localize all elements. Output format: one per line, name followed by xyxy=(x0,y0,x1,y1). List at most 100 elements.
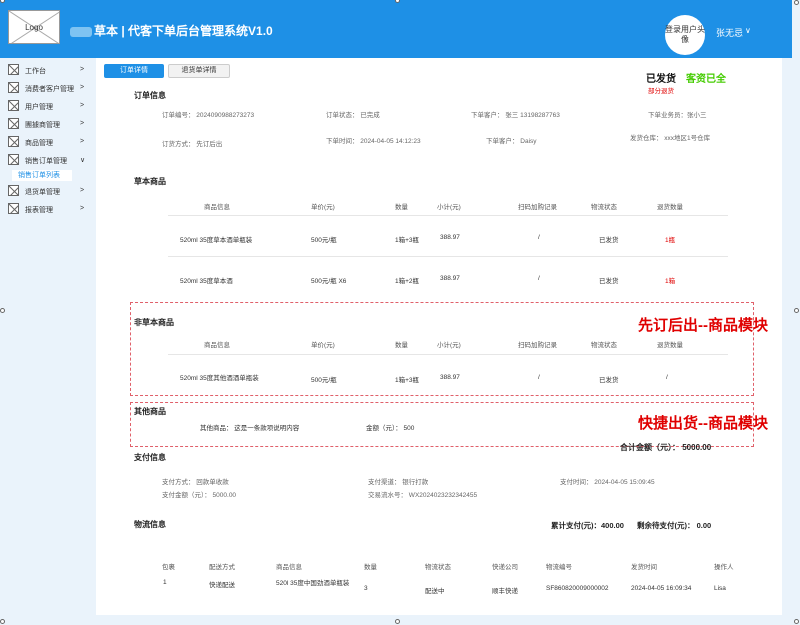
col-header: 物流状态 xyxy=(591,342,617,349)
sidebar-item-users[interactable]: 用户管理 > xyxy=(8,99,90,113)
table-cell: / xyxy=(538,234,540,241)
section-title-order: 订单信息 xyxy=(134,91,166,100)
table-cell: Lisa xyxy=(714,585,726,592)
top-header: Logo 草本 | 代客下单后台管理系统V1.0 登录用户头像 张无忌 ∨ xyxy=(0,0,792,58)
order-salesperson: 下单业务员：张小三 xyxy=(648,112,707,119)
placeholder-icon xyxy=(8,136,19,147)
status-shipped: 已发货 xyxy=(646,74,676,85)
sidebar-subitem-order-list[interactable]: 销售订单列表 xyxy=(12,170,72,181)
table-cell: 3 xyxy=(364,585,368,592)
tab-return-detail[interactable]: 退货单详情 xyxy=(168,64,230,78)
col-header: 商品信息 xyxy=(204,204,230,211)
table-cell: 388.97 xyxy=(440,275,460,282)
col-header: 数量 xyxy=(395,204,408,211)
sidebar-item-workbench[interactable]: 工作台 > xyxy=(8,63,90,77)
table-cell: 1箱+2瓶 xyxy=(395,278,420,285)
table-cell: 520l 35度中国劲酒单瓶装 xyxy=(276,580,350,587)
username[interactable]: 张无忌 xyxy=(716,26,743,39)
paid-total: 累计支付(元)：400.00 xyxy=(551,521,624,530)
placeholder-icon xyxy=(8,185,19,196)
table-cell: 388.97 xyxy=(440,374,460,381)
placeholder-icon xyxy=(8,154,19,165)
table-cell: 已发货 xyxy=(599,237,619,244)
table-cell: 500元/瓶 X6 xyxy=(311,278,347,285)
sidebar-item-groups[interactable]: 團據商管理 > xyxy=(8,117,90,131)
resize-handle[interactable] xyxy=(794,619,799,624)
table-cell: 快递配送 xyxy=(209,582,235,589)
table-cell: / xyxy=(666,374,668,381)
total-amount: 合计金额（元）： 5000.00 xyxy=(620,443,712,452)
col-header: 操作人 xyxy=(714,564,734,571)
divider xyxy=(168,354,728,355)
blurred-brand xyxy=(70,26,92,37)
tab-order-detail[interactable]: 订单详情 xyxy=(104,64,164,78)
col-header: 单价(元) xyxy=(311,204,335,211)
col-header: 配送方式 xyxy=(209,564,235,571)
col-header: 小计(元) xyxy=(437,342,461,349)
table-cell: 520ml 35度草本酒 xyxy=(180,278,233,285)
col-header: 物流编号 xyxy=(546,564,572,571)
annotation-quickship: 快捷出货--商品模块 xyxy=(638,415,768,432)
placeholder-icon xyxy=(8,100,19,111)
placeholder-icon xyxy=(8,203,19,214)
sidebar-item-reports[interactable]: 报表管理 > xyxy=(8,202,90,216)
table-cell: 2024-04-05 16:09:34 xyxy=(631,585,692,592)
col-header: 退货数量 xyxy=(657,342,683,349)
table-cell: 顺丰快递 xyxy=(492,588,518,595)
sidebar-item-products[interactable]: 商品管理 > xyxy=(8,135,90,149)
table-cell: 已发货 xyxy=(599,377,619,384)
resize-handle[interactable] xyxy=(0,308,5,313)
sidebar-item-returns[interactable]: 退货单管理 > xyxy=(8,184,90,198)
table-cell: 388.97 xyxy=(440,234,460,241)
col-header: 小计(元) xyxy=(437,204,461,211)
status-partial-return: 部分退货 xyxy=(648,88,674,95)
divider xyxy=(168,215,728,216)
pay-channel: 支付渠道： 银行打款 xyxy=(368,479,429,486)
annotation-preorder: 先订后出--商品模块 xyxy=(638,317,768,334)
col-header: 商品信息 xyxy=(204,342,230,349)
resize-handle[interactable] xyxy=(794,308,799,313)
avatar[interactable]: 登录用户头像 xyxy=(665,15,705,55)
pay-time: 支付时间： 2024-04-05 15:09:45 xyxy=(560,479,655,486)
section-title-logistics: 物流信息 xyxy=(134,520,166,529)
table-cell: 配送中 xyxy=(425,588,445,595)
placeholder-icon xyxy=(8,118,19,129)
other-amount: 金额（元）： 500 xyxy=(366,425,415,432)
section-title-payment: 支付信息 xyxy=(134,453,166,462)
resize-handle[interactable] xyxy=(395,619,400,624)
order-state: 订单状态： 已完成 xyxy=(326,112,380,119)
table-cell: 1瓶 xyxy=(665,237,676,244)
placeholder-icon xyxy=(8,64,19,75)
table-cell: / xyxy=(538,374,540,381)
order-warehouse: 发货仓库： xxx地区1号仓库 xyxy=(630,135,711,142)
table-cell: 500元/瓶 xyxy=(311,377,337,384)
col-header: 数量 xyxy=(395,342,408,349)
col-header: 商品信息 xyxy=(276,564,302,571)
section-title-other: 其他商品 xyxy=(134,407,166,416)
resize-handle[interactable] xyxy=(0,619,5,624)
resize-handle[interactable] xyxy=(794,0,799,5)
remaining-amount: 剩余待支付(元)： 0.00 xyxy=(637,521,712,530)
status-paid: 客资已全 xyxy=(686,74,726,85)
app-title: 草本 | 代客下单后台管理系统V1.0 xyxy=(70,22,273,39)
pay-method: 支付方式： 回款单收款 xyxy=(162,479,229,486)
placeholder-icon xyxy=(8,82,19,93)
col-header: 扫码加购记录 xyxy=(518,204,557,211)
table-cell: 500元/瓶 xyxy=(311,237,337,244)
chevron-down-icon[interactable]: ∨ xyxy=(745,26,751,35)
divider xyxy=(168,256,728,257)
sidebar-item-sales-orders[interactable]: 销售订单管理 ∨ xyxy=(8,153,90,167)
col-header: 退货数量 xyxy=(657,204,683,211)
pay-amount: 支付金额（元）： 5000.00 xyxy=(162,492,237,499)
table-cell: 1箱+3瓶 xyxy=(395,237,420,244)
col-header: 物流状态 xyxy=(591,204,617,211)
table-cell: 520ml 35度其他酒酒单瓶装 xyxy=(180,375,259,382)
table-cell: / xyxy=(538,275,540,282)
col-header: 扫码加购记录 xyxy=(518,342,557,349)
col-header: 快递公司 xyxy=(492,564,518,571)
section-title-herbal: 草本商品 xyxy=(134,177,166,186)
sidebar-item-consumers[interactable]: 消费者客户管理 > xyxy=(8,81,90,95)
section-title-nonherbal: 非草本商品 xyxy=(134,318,174,327)
pay-serial: 交易流水号： WX2024023232342455 xyxy=(368,492,478,499)
col-header: 物流状态 xyxy=(425,564,451,571)
